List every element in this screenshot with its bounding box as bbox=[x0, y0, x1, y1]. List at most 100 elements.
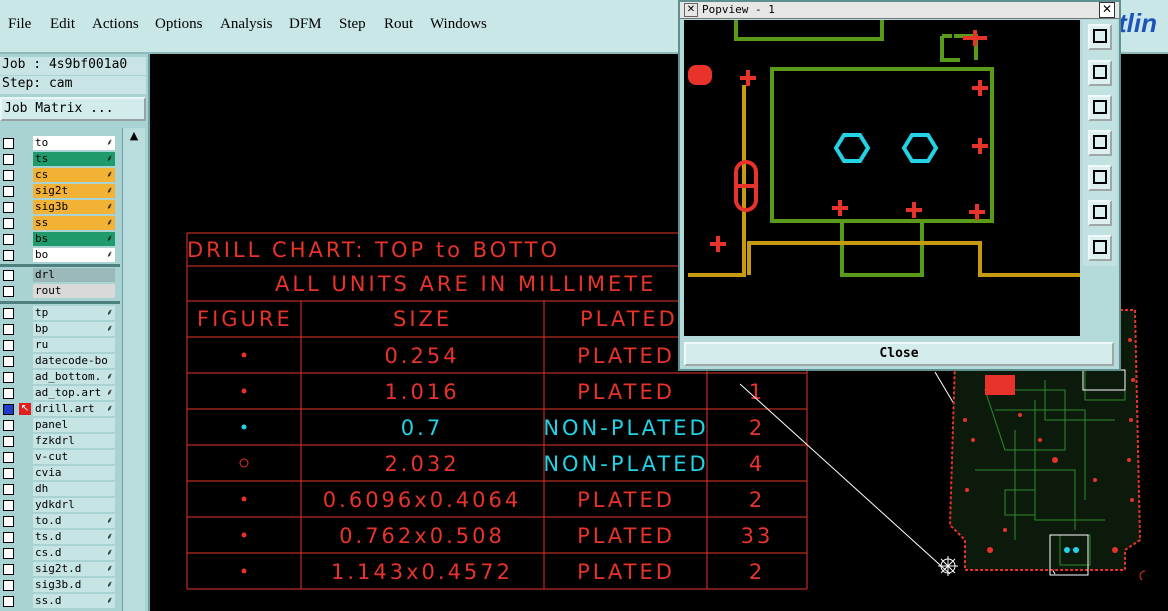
layer-checkbox[interactable] bbox=[3, 324, 14, 335]
layer-checkbox[interactable] bbox=[3, 286, 14, 297]
layer-name[interactable]: drl bbox=[33, 268, 115, 282]
layer-name[interactable]: panel bbox=[33, 418, 115, 432]
layer-name[interactable]: ts ⸙ bbox=[33, 152, 115, 166]
menu-options[interactable]: Options bbox=[155, 16, 203, 33]
layer-row[interactable]: ↖ drill.art ⸙ bbox=[0, 402, 120, 417]
pan-left-button[interactable] bbox=[1088, 130, 1112, 156]
pan-up-button[interactable] bbox=[1088, 60, 1112, 86]
layer-row[interactable]: to ⸙ bbox=[0, 136, 120, 151]
layer-checkbox[interactable] bbox=[3, 548, 14, 559]
layer-row[interactable]: drl bbox=[0, 268, 120, 283]
layer-checkbox[interactable] bbox=[3, 308, 14, 319]
layer-row[interactable]: ad_bottom. ⸙ bbox=[0, 370, 120, 385]
layer-name[interactable]: ts.d ⸙ bbox=[33, 530, 115, 544]
layer-row[interactable]: tp ⸙ bbox=[0, 306, 120, 321]
layer-name[interactable]: ad_top.art ⸙ bbox=[33, 386, 115, 400]
popview-canvas[interactable]: SU bbox=[684, 20, 1080, 336]
layer-row[interactable]: datecode-bo bbox=[0, 354, 120, 369]
layer-row[interactable]: ad_top.art ⸙ bbox=[0, 386, 120, 401]
layer-name[interactable]: rout bbox=[33, 284, 115, 298]
layer-checkbox[interactable] bbox=[3, 452, 14, 463]
layer-name[interactable]: tp ⸙ bbox=[33, 306, 115, 320]
layer-checkbox[interactable] bbox=[3, 436, 14, 447]
layer-row[interactable]: ts.d ⸙ bbox=[0, 530, 120, 545]
layer-row[interactable]: dh bbox=[0, 482, 120, 497]
menu-actions[interactable]: Actions bbox=[92, 16, 139, 33]
layer-checkbox[interactable] bbox=[3, 356, 14, 367]
menu-dfm[interactable]: DFM bbox=[289, 16, 322, 33]
layer-name[interactable]: cs ⸙ bbox=[33, 168, 115, 182]
menu-windows[interactable]: Windows bbox=[430, 16, 487, 33]
layer-checkbox[interactable] bbox=[3, 372, 14, 383]
pan-down-button[interactable] bbox=[1088, 95, 1112, 121]
zoom-out-button[interactable] bbox=[1088, 235, 1112, 261]
popview-titlebar[interactable]: ✕ Popview - 1 ✕ bbox=[680, 2, 1119, 19]
layer-row[interactable]: bo ⸙ bbox=[0, 248, 120, 263]
layer-row[interactable]: ru bbox=[0, 338, 120, 353]
layer-name[interactable]: datecode-bo bbox=[33, 354, 115, 368]
layer-checkbox[interactable] bbox=[3, 532, 14, 543]
layer-name[interactable]: to.d ⸙ bbox=[33, 514, 115, 528]
layer-row[interactable]: sig2t ⸙ bbox=[0, 184, 120, 199]
layer-checkbox[interactable] bbox=[3, 484, 14, 495]
close-window-icon[interactable]: ✕ bbox=[1099, 2, 1115, 18]
layer-row[interactable]: ydkdrl bbox=[0, 498, 120, 513]
layer-name[interactable]: cs.d ⸙ bbox=[33, 546, 115, 560]
layer-name[interactable]: drill.art ⸙ bbox=[33, 402, 115, 416]
layer-name[interactable]: sig2t.d ⸙ bbox=[33, 562, 115, 576]
layer-checkbox[interactable] bbox=[3, 500, 14, 511]
layer-row[interactable]: rout bbox=[0, 284, 120, 299]
layer-name[interactable]: fzkdrl bbox=[33, 434, 115, 448]
layer-name[interactable]: to ⸙ bbox=[33, 136, 115, 150]
layer-checkbox[interactable] bbox=[3, 250, 14, 261]
layer-name[interactable]: sig3b.d ⸙ bbox=[33, 578, 115, 592]
layer-checkbox[interactable] bbox=[3, 234, 14, 245]
layer-name[interactable]: v-cut bbox=[33, 450, 115, 464]
layer-row[interactable]: cs ⸙ bbox=[0, 168, 120, 183]
layer-name[interactable]: bo ⸙ bbox=[33, 248, 115, 262]
layer-row[interactable]: ss ⸙ bbox=[0, 216, 120, 231]
layer-checkbox[interactable] bbox=[3, 516, 14, 527]
layer-row[interactable]: v-cut bbox=[0, 450, 120, 465]
layer-name[interactable]: ss.d ⸙ bbox=[33, 594, 115, 608]
layer-name[interactable]: bp ⸙ bbox=[33, 322, 115, 336]
layer-checkbox[interactable] bbox=[3, 468, 14, 479]
layer-checkbox[interactable] bbox=[3, 270, 14, 281]
menu-edit[interactable]: Edit bbox=[50, 16, 75, 33]
layer-name[interactable]: bs ⸙ bbox=[33, 232, 115, 246]
menu-file[interactable]: File bbox=[8, 16, 31, 33]
layer-checkbox[interactable] bbox=[3, 580, 14, 591]
layer-row[interactable]: cvia bbox=[0, 466, 120, 481]
layer-name[interactable]: cvia bbox=[33, 466, 115, 480]
layer-checkbox[interactable] bbox=[3, 154, 14, 165]
layer-checkbox[interactable] bbox=[3, 170, 14, 181]
layer-checkbox[interactable] bbox=[3, 420, 14, 431]
layer-checkbox[interactable] bbox=[3, 186, 14, 197]
layer-row[interactable]: sig3b.d ⸙ bbox=[0, 578, 120, 593]
layer-row[interactable]: to.d ⸙ bbox=[0, 514, 120, 529]
layer-checkbox[interactable] bbox=[3, 340, 14, 351]
menu-step[interactable]: Step bbox=[339, 16, 366, 33]
layer-checkbox[interactable] bbox=[3, 138, 14, 149]
layer-row[interactable]: panel bbox=[0, 418, 120, 433]
layer-name[interactable]: sig2t ⸙ bbox=[33, 184, 115, 198]
layer-row[interactable]: sig3b ⸙ bbox=[0, 200, 120, 215]
layer-row[interactable]: sig2t.d ⸙ bbox=[0, 562, 120, 577]
zoom-in-button[interactable] bbox=[1088, 200, 1112, 226]
layer-row[interactable]: fzkdrl bbox=[0, 434, 120, 449]
layer-row[interactable]: bs ⸙ bbox=[0, 232, 120, 247]
layer-name[interactable]: sig3b ⸙ bbox=[33, 200, 115, 214]
layer-row[interactable]: bp ⸙ bbox=[0, 322, 120, 337]
layer-row[interactable]: ss.d ⸙ bbox=[0, 594, 120, 609]
layer-checkbox[interactable] bbox=[3, 202, 14, 213]
layer-name[interactable]: dh bbox=[33, 482, 115, 496]
layer-checkbox[interactable] bbox=[3, 388, 14, 399]
menu-analysis[interactable]: Analysis bbox=[220, 16, 273, 33]
layer-checkbox[interactable] bbox=[3, 564, 14, 575]
layer-checkbox[interactable] bbox=[3, 404, 14, 415]
layer-row[interactable]: ts ⸙ bbox=[0, 152, 120, 167]
layer-row[interactable]: cs.d ⸙ bbox=[0, 546, 120, 561]
close-button[interactable]: Close bbox=[684, 342, 1114, 366]
layer-name[interactable]: ru bbox=[33, 338, 115, 352]
layer-name[interactable]: ss ⸙ bbox=[33, 216, 115, 230]
